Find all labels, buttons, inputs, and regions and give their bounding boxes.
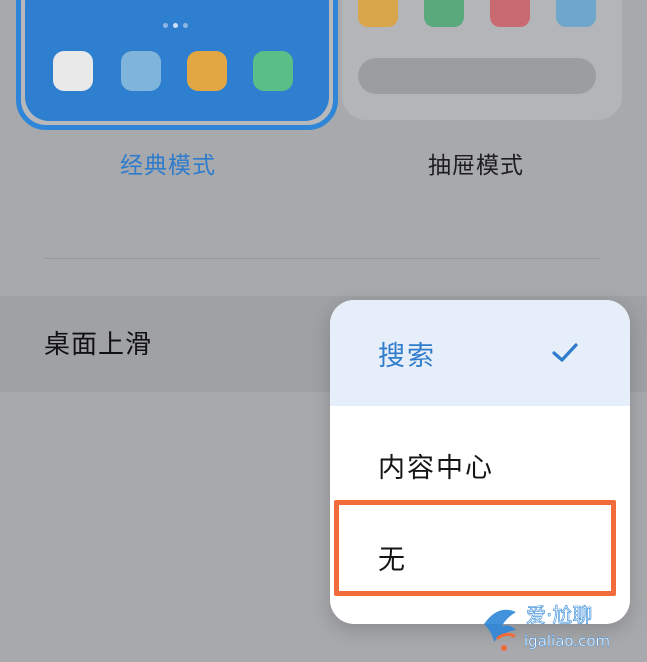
classic-mode-preview [25, 0, 329, 121]
classic-mode-card[interactable] [16, 0, 338, 130]
check-icon [552, 343, 578, 362]
desktop-swipe-up-label: 桌面上滑 [44, 330, 153, 360]
app-icon [358, 0, 398, 27]
classic-mode-label[interactable]: 经典模式 [120, 146, 216, 180]
page-indicator [163, 23, 188, 28]
dropdown-option-search[interactable]: 搜索 [330, 300, 630, 406]
divider [44, 258, 600, 259]
app-icon [121, 51, 161, 91]
app-icon [187, 51, 227, 91]
page-dot [183, 23, 188, 28]
highlight-box [334, 500, 616, 596]
app-icon [556, 0, 596, 27]
page-dot-active [173, 23, 178, 28]
option-label: 搜索 [378, 340, 436, 372]
watermark-url: igaliao.com [524, 632, 610, 650]
page-dot [163, 23, 168, 28]
app-icon [53, 51, 93, 91]
app-icon [253, 51, 293, 91]
option-label: 内容中心 [378, 452, 494, 484]
watermark-title: 爱·尬聊 [526, 603, 592, 627]
drawer-search-bar [358, 58, 596, 94]
app-icon [490, 0, 530, 27]
watermark-logo: 爱·尬聊 igaliao.com [484, 603, 610, 651]
drawer-mode-label[interactable]: 抽屉模式 [428, 146, 524, 180]
drawer-mode-card[interactable] [342, 0, 622, 120]
launcher-settings-screen: 经典模式 抽屉模式 桌面上滑 搜索 内容中心 无 爱·尬聊 igaliao.co… [0, 0, 647, 662]
app-icon [424, 0, 464, 27]
